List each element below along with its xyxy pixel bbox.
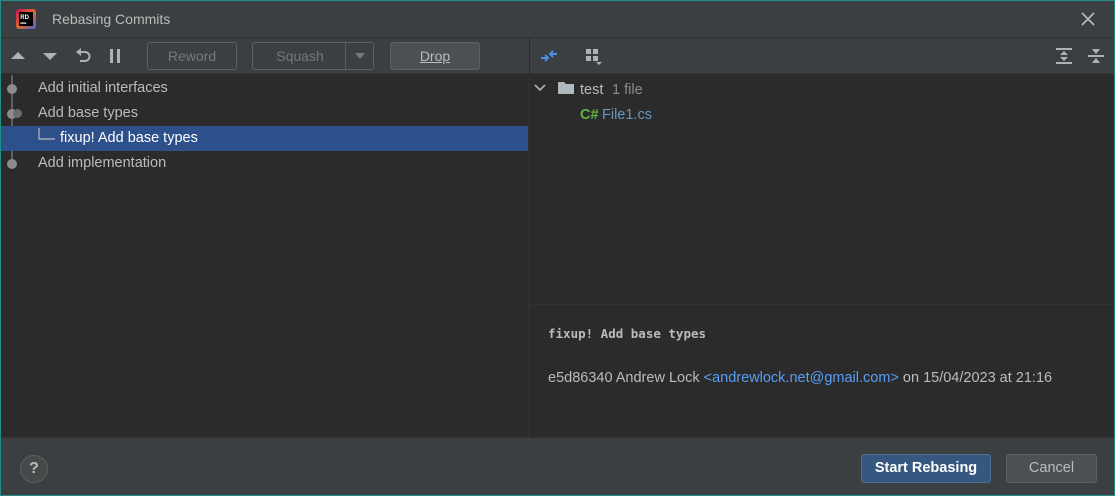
chevron-down-icon [355, 53, 365, 59]
commit-label: Add implementation [38, 155, 167, 171]
csharp-icon: C# [580, 107, 599, 123]
undo-icon[interactable] [73, 46, 93, 66]
rebase-dialog: RD Rebasing Commits Reword Squash Drop A… [0, 0, 1115, 496]
tree-folder-row[interactable]: test 1 file [530, 78, 730, 102]
start-rebasing-button[interactable]: Start Rebasing [861, 454, 991, 483]
commit-toolbar: Reword Squash Drop [1, 38, 529, 74]
changes-pane: test 1 file C# File1.cs fixup! Add base … [530, 38, 1114, 437]
changed-files-tree: test 1 file C# File1.cs [530, 75, 1114, 303]
commit-details: fixup! Add base types e5d86340 Andrew Lo… [530, 304, 1114, 437]
commit-hash: e5d86340 [548, 370, 613, 386]
folder-file-count: 1 file [612, 82, 643, 98]
move-down-icon[interactable] [40, 46, 60, 66]
drop-button[interactable]: Drop [390, 42, 480, 70]
squash-button[interactable]: Squash [252, 42, 374, 70]
commit-row[interactable]: Add initial interfaces [1, 76, 528, 101]
title-bar: RD Rebasing Commits [1, 1, 1114, 38]
file-name: File1.cs [602, 107, 652, 123]
rider-icon: RD [16, 9, 36, 29]
commit-node [7, 84, 17, 94]
commit-pane: Reword Squash Drop Add initial interface… [1, 38, 529, 437]
commit-node [7, 159, 17, 169]
commit-author: Andrew Lock [615, 370, 700, 386]
commit-row-selected[interactable]: fixup! Add base types [1, 126, 528, 151]
pause-icon[interactable] [105, 46, 125, 66]
diff-icon[interactable] [539, 46, 559, 66]
help-button[interactable]: ? [20, 455, 48, 483]
squash-dropdown[interactable] [345, 43, 373, 69]
reword-button[interactable]: Reword [147, 42, 237, 70]
group-by-icon[interactable] [583, 46, 603, 66]
expand-all-icon[interactable] [1054, 46, 1074, 66]
commit-date: on 15/04/2023 at 21:16 [902, 370, 1053, 386]
drop-label: Drop [419, 48, 451, 64]
svg-text:RD: RD [20, 15, 29, 21]
fixup-indent-icon [38, 128, 55, 140]
folder-name: test [580, 82, 604, 98]
dialog-footer: ? Start Rebasing Cancel [1, 437, 1114, 495]
tree-file-row[interactable]: C# File1.cs [530, 103, 730, 127]
changes-toolbar [530, 38, 1114, 74]
cancel-button[interactable]: Cancel [1006, 454, 1097, 483]
commit-row[interactable]: Add base types [1, 101, 528, 126]
collapse-all-icon[interactable] [1086, 46, 1106, 66]
commit-node-merge [13, 109, 22, 118]
window-title: Rebasing Commits [52, 11, 171, 27]
commit-label: Add initial interfaces [38, 80, 168, 96]
move-up-icon[interactable] [8, 46, 28, 66]
squash-label: Squash [276, 48, 324, 64]
folder-icon [558, 82, 574, 94]
commit-meta: e5d86340 Andrew Lock <andrewlock.net@gma… [548, 370, 1052, 386]
commit-label: Add base types [38, 105, 138, 121]
chevron-down-icon[interactable] [534, 83, 546, 93]
commit-label: fixup! Add base types [60, 130, 198, 146]
commit-row[interactable]: Add implementation [1, 151, 528, 176]
close-icon[interactable] [1076, 7, 1100, 31]
author-email-link[interactable]: <andrewlock.net@gmail.com> [704, 370, 899, 386]
commit-message: fixup! Add base types [548, 326, 707, 341]
